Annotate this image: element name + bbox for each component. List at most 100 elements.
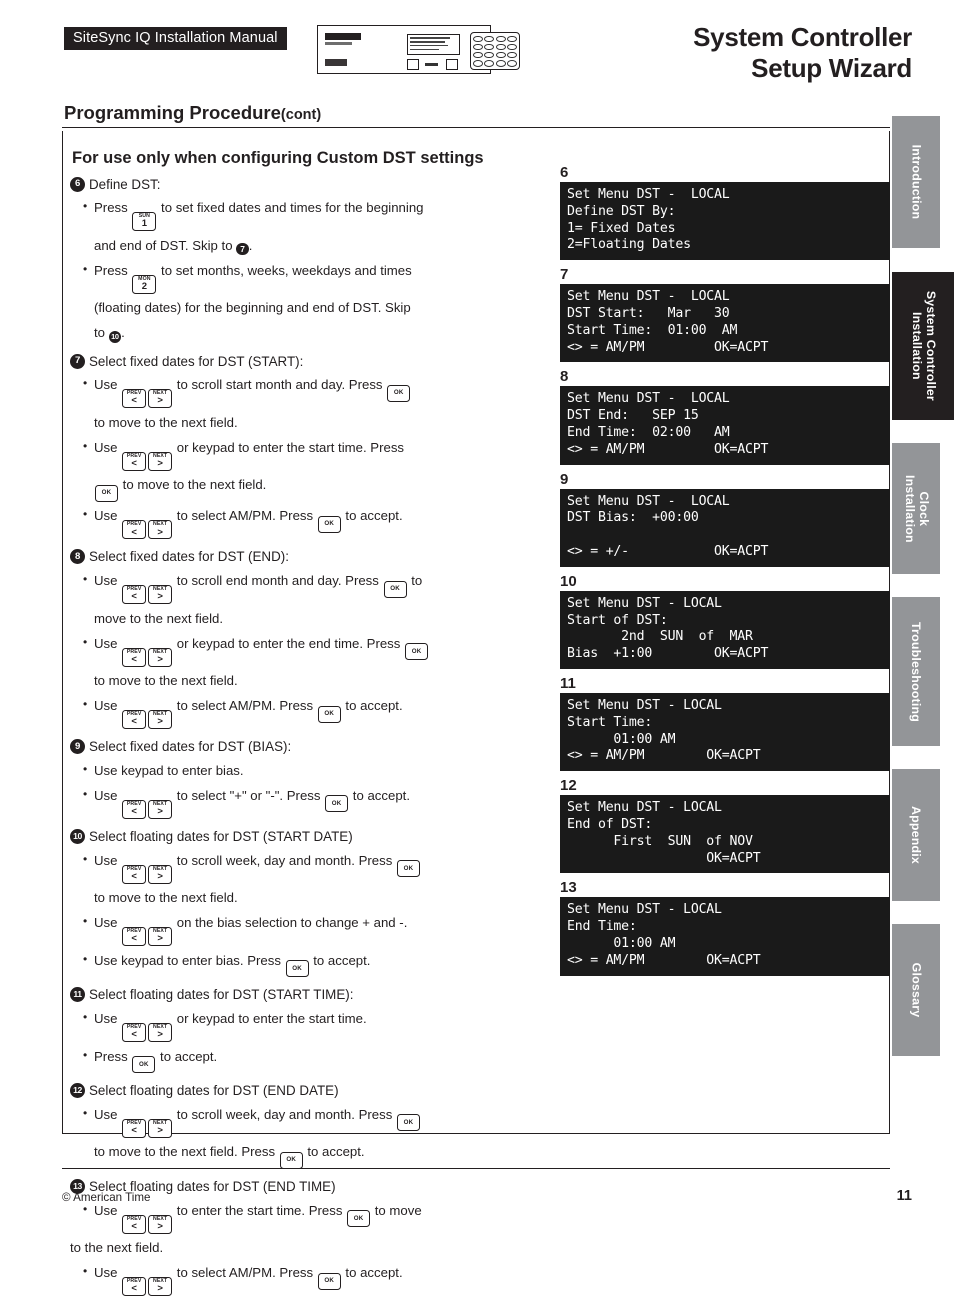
lcd-line: OK=ACPT <box>567 851 883 868</box>
step-heading: 6Define DST: <box>70 176 558 194</box>
footer-copyright: © American Time <box>62 1191 150 1204</box>
step-reference-marker: 10 <box>109 331 122 344</box>
lcd-screen-12: 12Set Menu DST - LOCALEnd of DST: First … <box>560 778 890 873</box>
lcd-line: <> = AM/PM OK=ACPT <box>567 953 883 970</box>
instruction-text: to accept. <box>342 508 403 523</box>
section-tab-system-controller-installation[interactable]: System ControllerInstallation <box>892 272 954 420</box>
section-tab-label: Glossary <box>909 963 923 1018</box>
instruction-text: or keypad to enter the end time. Press <box>173 636 404 651</box>
substep-item: Use PREV<NEXT> to select AM/PM. Press OK… <box>94 505 558 539</box>
lcd-screen-13: 13Set Menu DST - LOCALEnd Time: 01:00 AM… <box>560 880 890 975</box>
instruction-text: to accept. <box>310 953 371 968</box>
instructions-column: For use only when configuring Custom DST… <box>70 140 558 1130</box>
section-tab-appendix[interactable]: Appendix <box>892 769 940 901</box>
instruction-text: to accept. <box>342 1265 403 1280</box>
lcd-line: 1= Fixed Dates <box>567 221 883 238</box>
key-next-glyph: NEXT> <box>148 710 172 729</box>
step-heading: 10 Select floating dates for DST (START D… <box>70 828 558 846</box>
substep-continuation: to move to the next field. <box>94 670 558 691</box>
step-number-badge: 10 <box>70 829 85 844</box>
lcd-line: First SUN of NOV <box>567 834 883 851</box>
lcd-line: Set Menu DST - LOCAL <box>567 391 883 408</box>
key-ok-glyph: OK <box>318 1273 341 1290</box>
step-title: Select fixed dates for DST (END): <box>89 548 289 566</box>
instruction-text: . <box>121 325 125 340</box>
instruction-text: Use <box>94 377 121 392</box>
lcd-line: <> = AM/PM OK=ACPT <box>567 442 883 459</box>
page-title: System Controller Setup Wizard <box>693 22 912 83</box>
instruction-text: to accept. <box>156 1049 217 1064</box>
section-tab-glossary[interactable]: Glossary <box>892 924 940 1056</box>
instruction-text: on the bias selection to change + and -. <box>173 915 407 930</box>
key-ok-glyph: OK <box>286 960 309 977</box>
step-title: Select floating dates for DST (START TIM… <box>89 986 353 1004</box>
system-controller-front-panel-image <box>317 25 491 74</box>
instruction-text: Use <box>94 788 121 803</box>
lcd-screen-8: 8Set Menu DST - LOCALDST End: SEP 15End … <box>560 369 890 464</box>
instruction-text: to move <box>371 1203 422 1218</box>
instruction-text: Use <box>94 508 121 523</box>
lcd-screen-number: 11 <box>560 676 890 691</box>
key-prev-glyph: PREV< <box>122 520 146 539</box>
step-title: Select floating dates for DST (START DAT… <box>89 828 353 846</box>
step-heading: 9 Select fixed dates for DST (BIAS): <box>70 738 558 756</box>
instruction-text: Press <box>94 263 131 278</box>
key-prev-glyph: PREV< <box>122 1215 146 1234</box>
key-next-glyph: NEXT> <box>148 452 172 471</box>
key-ok-glyph: OK <box>384 581 407 598</box>
section-tab-introduction[interactable]: Introduction <box>892 116 940 248</box>
lcd-display: Set Menu DST - LOCALDST End: SEP 15End T… <box>560 386 890 464</box>
lcd-display: Set Menu DST - LOCALDST Start: Mar 30Sta… <box>560 284 890 362</box>
lcd-display: Set Menu DST - LOCALStart Time: 01:00 AM… <box>560 693 890 771</box>
step-title: Select fixed dates for DST (BIAS): <box>89 738 291 756</box>
substep-item: Use PREV<NEXT> to scroll week, day and m… <box>94 1104 558 1138</box>
lcd-screen-10: 10Set Menu DST - LOCALStart of DST: 2nd … <box>560 574 890 669</box>
instruction-text: to accept. <box>342 698 403 713</box>
lcd-line: DST Bias: +00:00 <box>567 510 883 527</box>
instruction-text: to <box>408 573 423 588</box>
section-tab-clock-installation[interactable]: ClockInstallation <box>892 443 940 574</box>
lcd-screen-11: 11 Set Menu DST - LOCALStart Time: 01:00 … <box>560 676 890 771</box>
substep-item: Press MON2 to set months, weeks, weekday… <box>94 260 558 294</box>
step-number-badge: 12 <box>70 1083 85 1098</box>
instruction-text: Press <box>94 200 131 215</box>
key-next-glyph: NEXT> <box>148 1215 172 1234</box>
substep-continuation: OK to move to the next field. <box>94 474 558 502</box>
instruction-text: Use <box>94 573 121 588</box>
heading-divider <box>62 127 890 128</box>
lcd-line: Set Menu DST - LOCAL <box>567 596 883 613</box>
instruction-text: to scroll end month and day. Press <box>173 573 382 588</box>
step-7: 7Select fixed dates for DST (START): Use … <box>70 353 558 540</box>
key-ok-glyph: OK <box>318 516 341 533</box>
key-next-glyph: NEXT> <box>148 520 172 539</box>
instruction-text: to set months, weeks, weekdays and times <box>157 263 411 278</box>
instruction-text: to <box>94 325 109 340</box>
instruction-text: to scroll start month and day. Press <box>173 377 386 392</box>
step-substeps: Use PREV<NEXT> or keypad to enter the st… <box>70 1008 558 1073</box>
step-heading: 11Select floating dates for DST (START T… <box>70 986 558 1004</box>
instruction-text: to set fixed dates and times for the beg… <box>157 200 423 215</box>
key-ok-glyph: OK <box>132 1056 155 1073</box>
lcd-line: <> = AM/PM OK=ACPT <box>567 748 883 765</box>
section-tab-troubleshooting[interactable]: Troubleshooting <box>892 597 940 746</box>
key-mon-glyph: MON2 <box>132 275 156 294</box>
section-tab-label: Troubleshooting <box>909 621 923 721</box>
step-substeps: Use keypad to enter bias.Use PREV<NEXT> … <box>70 760 558 819</box>
lcd-line: Bias +1:00 OK=ACPT <box>567 646 883 663</box>
key-ok-glyph: OK <box>397 1114 420 1131</box>
step-substeps: Use PREV<NEXT> to scroll end month and d… <box>70 570 558 729</box>
step-12: 12Select floating dates for DST (END DAT… <box>70 1082 558 1169</box>
lcd-screen-number: 12 <box>560 778 890 793</box>
step-heading: 7Select fixed dates for DST (START): <box>70 353 558 371</box>
step-number-badge: 9 <box>70 739 85 754</box>
key-next-glyph: NEXT> <box>148 648 172 667</box>
instruction-text: Use <box>94 698 121 713</box>
substep-continuation: (floating dates) for the beginning and e… <box>94 297 558 318</box>
lcd-line: End Time: 02:00 AM <box>567 425 883 442</box>
key-ok-glyph: OK <box>280 1152 303 1169</box>
lcd-line: Start of DST: <box>567 613 883 630</box>
key-prev-glyph: PREV< <box>122 1119 146 1138</box>
step-9: 9 Select fixed dates for DST (BIAS): Use k… <box>70 738 558 819</box>
instruction-text: or keypad to enter the start time. Press <box>173 440 404 455</box>
section-tab-label: System ControllerInstallation <box>909 291 937 401</box>
